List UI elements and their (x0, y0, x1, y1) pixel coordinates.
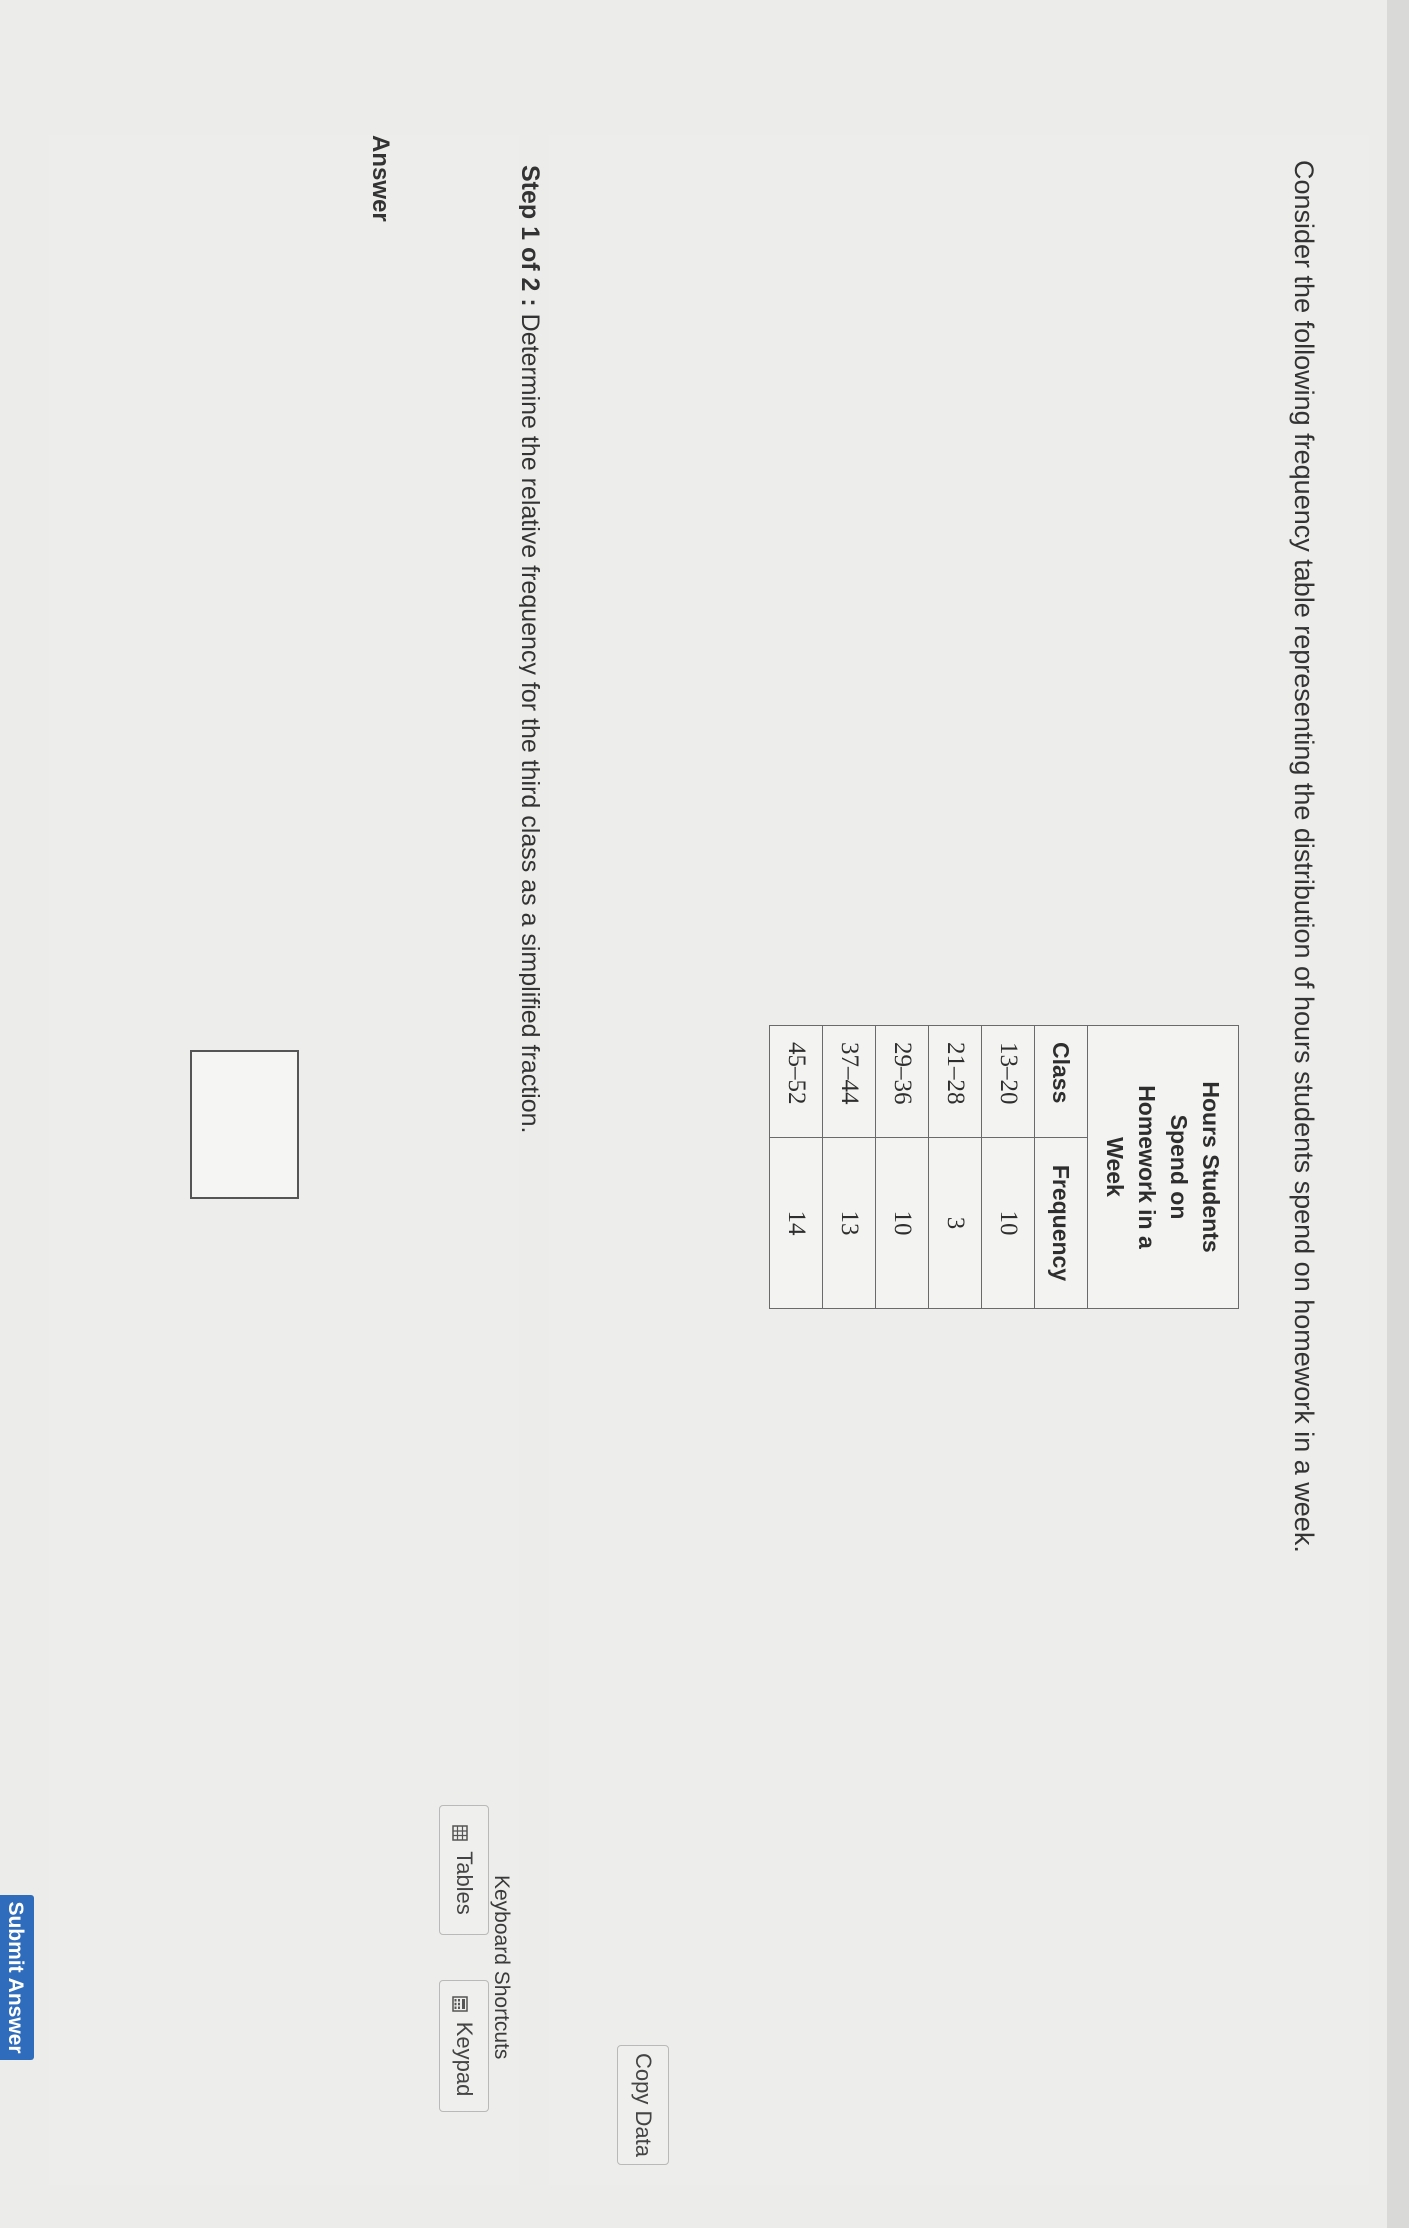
class-cell: 37–44 (822, 1025, 876, 1138)
class-column-header: Class (1034, 1025, 1088, 1138)
frequency-cell: 14 (769, 1137, 823, 1309)
submit-answer-button[interactable]: Submit Answer (0, 1895, 34, 2060)
frequency-cell: 3 (928, 1137, 982, 1309)
keypad-button-label: Keypad (452, 2021, 477, 2097)
class-cell: 45–52 (769, 1025, 823, 1138)
keypad-icon (452, 1995, 472, 2012)
class-cell: 21–28 (928, 1025, 982, 1138)
table-row: 21–28 3 (928, 1025, 982, 1309)
table-row: 37–44 13 (822, 1025, 876, 1309)
table-row: 29–36 10 (875, 1025, 929, 1309)
screen: Consider the following frequency table r… (0, 0, 1409, 2228)
question-card: Consider the following frequency table r… (549, 135, 1369, 2185)
answer-label: Answer (367, 135, 394, 222)
table-row: 13–20 10 (981, 1025, 1035, 1309)
tables-button[interactable]: Tables (439, 1805, 489, 1935)
question-text: Consider the following frequency table r… (1289, 160, 1319, 1553)
frequency-cell: 10 (875, 1137, 929, 1309)
step-text: Determine the relative frequency for the… (516, 313, 544, 1134)
tables-button-label: Tables (452, 1851, 477, 1915)
table-row: 45–52 14 (769, 1025, 823, 1309)
table-caption-line: Spend on (1166, 1114, 1192, 1220)
table-caption-line: Hours Students (1198, 1081, 1224, 1253)
frequency-column-header: Frequency (1034, 1137, 1088, 1309)
keypad-button[interactable]: Keypad (439, 1980, 489, 2112)
keyboard-shortcuts-link[interactable]: Keyboard Shortcuts (489, 1875, 513, 2059)
table-caption-line: Week (1102, 1137, 1128, 1197)
table-grid-icon (452, 1825, 472, 1841)
class-cell: 13–20 (981, 1025, 1035, 1138)
step-instruction: Step 1 of 2 : Determine the relative fre… (515, 165, 544, 1133)
frequency-cell: 13 (822, 1137, 876, 1309)
frequency-table: Hours Students Spend on Homework in a We… (769, 1025, 1239, 1309)
table-caption: Hours Students Spend on Homework in a We… (1087, 1025, 1239, 1309)
frequency-cell: 10 (981, 1137, 1035, 1309)
table-header-row: Class Frequency (1034, 1025, 1088, 1309)
top-gutter (1387, 0, 1409, 2228)
answer-card: Answer Keyboard Shortcuts Tables Keypad (49, 135, 519, 2185)
copy-data-button[interactable]: Copy Data (617, 2045, 669, 2165)
class-cell: 29–36 (875, 1025, 929, 1138)
answer-input[interactable] (190, 1050, 299, 1199)
table-caption-line: Homework in a (1134, 1085, 1160, 1249)
step-label: Step 1 of 2 : (516, 165, 544, 307)
